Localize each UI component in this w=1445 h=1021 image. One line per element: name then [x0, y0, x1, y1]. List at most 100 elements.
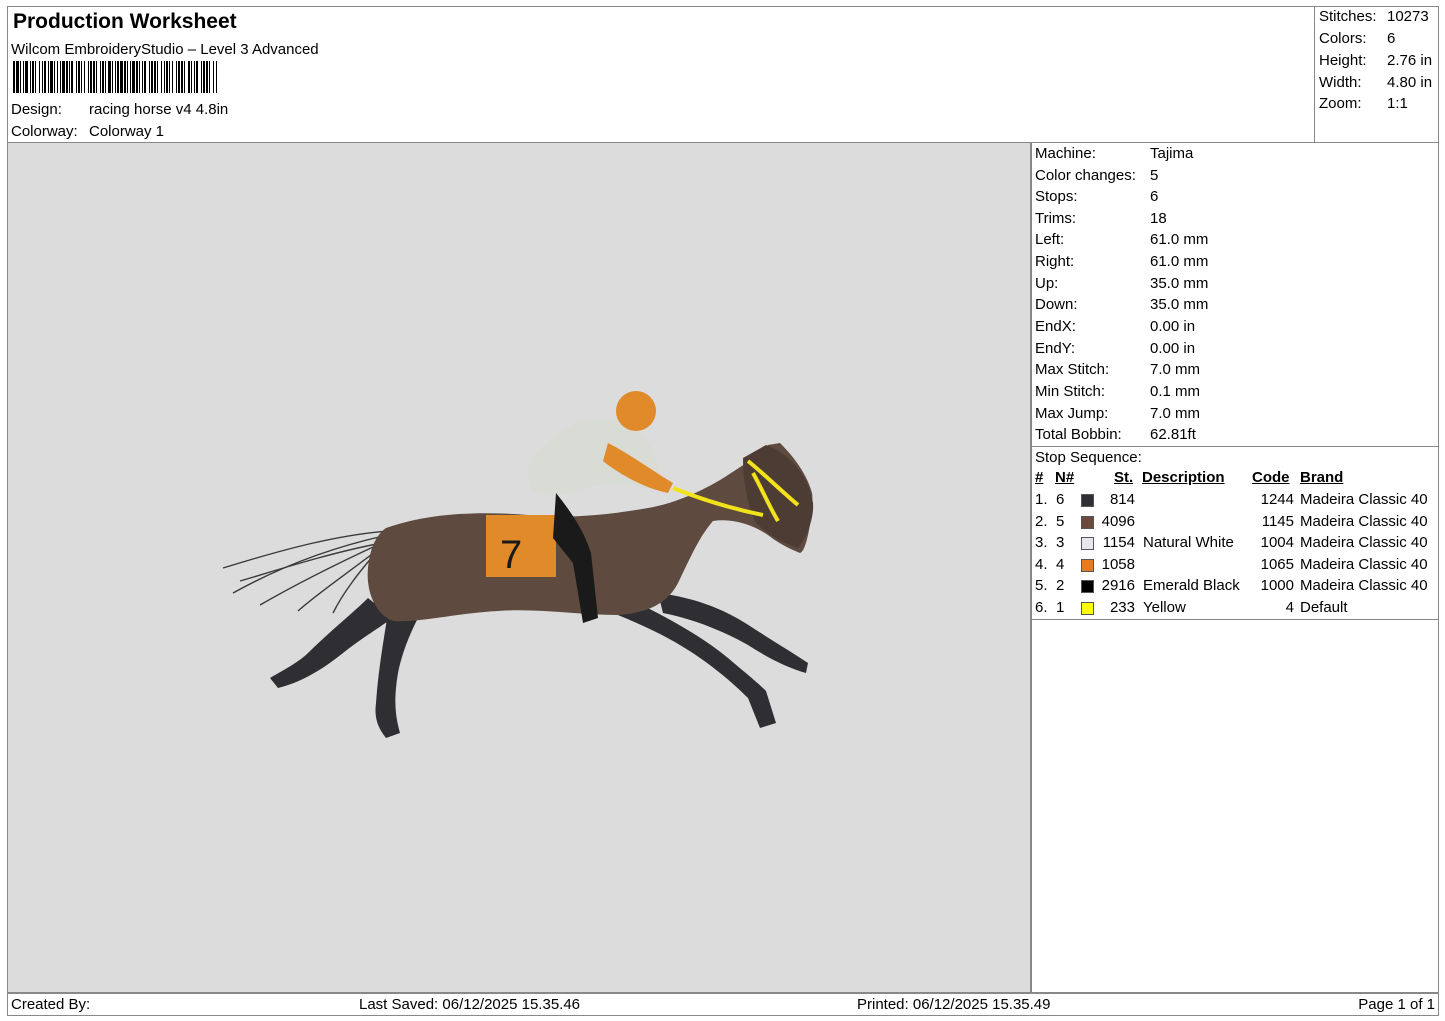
racing-horse-embroidery: 7 [222, 391, 814, 738]
colorway-name: Colorway 1 [89, 123, 165, 140]
col-header-description: Description [1142, 469, 1225, 486]
thread-code: 1145 [1261, 512, 1294, 530]
thread-code: 1065 [1260, 555, 1294, 573]
thread-code: 4 [1285, 599, 1294, 616]
machine-row: Color changes: 5 [1035, 167, 1158, 184]
machine-value: 61.0 mm [1150, 231, 1209, 248]
horse-hind-leg-back [270, 598, 393, 688]
thread-brand: Madeira Classic 40 [1300, 577, 1428, 595]
machine-label: Right: [1035, 253, 1075, 270]
machine-value: 0.00 in [1150, 340, 1196, 357]
panel-divider [1032, 446, 1438, 447]
machine-row: Machine: Tajima [1035, 145, 1193, 162]
stat-value: 10273 [1387, 8, 1429, 25]
col-header-code: Code [1252, 469, 1290, 486]
machine-label: Max Jump: [1035, 405, 1109, 422]
needle-number: 1 [1056, 599, 1065, 616]
stitch-count: 1154 [1102, 534, 1135, 552]
thread-description: Yellow [1143, 599, 1186, 616]
stat-value: 6 [1387, 30, 1396, 47]
machine-value: 61.0 mm [1150, 253, 1209, 270]
machine-row: Stops: 6 [1035, 188, 1158, 205]
design-stats: Stitches: 10273 Colors: 6 Height: 2.76 in W… [1314, 6, 1439, 143]
machine-row: Up: 35.0 mm [1035, 275, 1208, 292]
thread-description: Emerald Black [1143, 577, 1240, 595]
machine-value: 5 [1150, 167, 1159, 184]
needle-number: 5 [1056, 512, 1065, 530]
barcode-bar [217, 61, 218, 93]
machine-label: Max Stitch: [1035, 361, 1110, 378]
worksheet-header: Production Worksheet Wilcom EmbroiderySt… [7, 6, 1314, 143]
stop-sequence-row: 4. 4 1058 1065 Madeira Classic 40 [1032, 556, 1438, 578]
stat-width: Width: 4.80 in [1319, 74, 1432, 91]
stat-label: Colors: [1319, 30, 1367, 47]
machine-row: Total Bobbin: 62.81ft [1035, 426, 1196, 443]
stat-height: Height: 2.76 in [1319, 52, 1432, 69]
machine-value: 18 [1150, 210, 1167, 227]
stop-sequence-row: 6. 1 233 Yellow 4 Default [1032, 599, 1438, 621]
stat-value: 2.76 in [1387, 52, 1433, 69]
machine-row: Left: 61.0 mm [1035, 231, 1208, 248]
stop-sequence-title: Stop Sequence: [1035, 449, 1142, 466]
printed-date: Printed: 06/12/2025 15.35.49 [857, 996, 1051, 1013]
stop-sequence-row: 5. 2 2916 Emerald Black 1000 Madeira Classic … [1032, 577, 1438, 599]
machine-label: EndY: [1035, 340, 1076, 357]
machine-label: Down: [1035, 296, 1078, 313]
machine-label: Up: [1035, 275, 1059, 292]
colorway-row: Colorway: Colorway 1 [11, 123, 164, 140]
barcode [13, 61, 405, 93]
machine-label: Color changes: [1035, 167, 1136, 184]
thread-color-swatch [1081, 602, 1094, 615]
row-number: 4. [1035, 555, 1048, 573]
worksheet-title: Production Worksheet [13, 10, 237, 33]
machine-value: 62.81ft [1150, 426, 1196, 443]
stitch-count: 2916 [1101, 577, 1135, 595]
thread-brand: Madeira Classic 40 [1300, 555, 1428, 573]
stat-value: 1:1 [1387, 95, 1408, 112]
machine-label: EndX: [1035, 318, 1076, 335]
stop-sequence-row: 1. 6 814 1244 Madeira Classic 40 [1032, 491, 1438, 513]
machine-label: Left: [1035, 231, 1065, 248]
row-number: 3. [1035, 534, 1048, 552]
stat-label: Height: [1319, 52, 1367, 69]
thread-brand: Madeira Classic 40 [1300, 512, 1428, 530]
page-number: Page 1 of 1 [1358, 996, 1435, 1013]
stat-stitches: Stitches: 10273 [1319, 8, 1429, 25]
stat-label: Zoom: [1319, 95, 1362, 112]
thread-color-swatch [1081, 515, 1094, 529]
machine-value: 0.00 in [1150, 318, 1196, 335]
horse-hind-leg-front [375, 613, 418, 738]
machine-row: Max Jump: 7.0 mm [1035, 405, 1200, 422]
machine-row: Down: 35.0 mm [1035, 296, 1208, 313]
stop-sequence-row: 3. 3 1154 Natural White 1004 Madeira Classic … [1032, 534, 1438, 556]
machine-label: Machine: [1035, 145, 1096, 162]
machine-row: Trims: 18 [1035, 210, 1167, 227]
horse-tail [222, 530, 389, 614]
col-header-brand: Brand [1300, 469, 1344, 486]
machine-label: Min Stitch: [1035, 383, 1106, 400]
last-saved: Last Saved: 06/12/2025 15.35.46 [359, 996, 581, 1013]
needle-number: 3 [1056, 534, 1065, 552]
thread-brand: Default [1300, 599, 1348, 616]
stat-label: Width: [1319, 74, 1362, 91]
thread-description: Natural White [1143, 534, 1234, 552]
thread-color-swatch [1081, 537, 1094, 551]
machine-label: Stops: [1035, 188, 1078, 205]
machine-value: 7.0 mm [1150, 405, 1201, 422]
jockey-helmet [616, 391, 656, 431]
machine-value: 0.1 mm [1150, 383, 1201, 400]
row-number: 1. [1035, 491, 1048, 508]
design-row: Design: racing horse v4 4.8in [11, 101, 228, 118]
thread-color-swatch [1081, 580, 1094, 594]
col-header-needle: N# [1055, 469, 1075, 486]
thread-code: 1004 [1260, 534, 1294, 552]
stat-label: Stitches: [1319, 8, 1377, 25]
machine-row: Max Stitch: 7.0 mm [1035, 361, 1200, 378]
row-number: 2. [1035, 512, 1048, 530]
worksheet-footer: Created By: Last Saved: 06/12/2025 15.35… [7, 993, 1439, 1016]
thread-brand: Madeira Classic 40 [1300, 534, 1428, 552]
thread-color-swatch [1081, 494, 1094, 507]
machine-value: Tajima [1150, 145, 1194, 162]
needle-number: 6 [1056, 491, 1065, 508]
stitch-count: 1058 [1101, 555, 1135, 573]
